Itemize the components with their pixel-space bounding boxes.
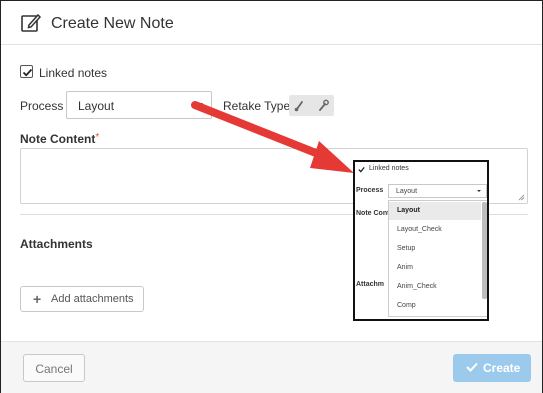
cancel-button[interactable]: Cancel [23, 354, 85, 382]
check-icon [358, 166, 365, 173]
retake-wrench-button[interactable] [312, 95, 334, 116]
inset-attachments-label: Attachm [356, 281, 385, 288]
brush-icon [294, 101, 303, 112]
linked-notes-label: Linked notes [39, 66, 108, 80]
inset-linked-notes-label: Linked notes [369, 165, 409, 172]
check-icon [22, 68, 33, 77]
chevron-down-icon [477, 190, 481, 192]
add-attachments-button[interactable]: + Add attachments [20, 286, 144, 312]
inset-process-value: Layout [396, 188, 418, 195]
process-label: Process [20, 99, 64, 113]
process-select[interactable]: Layout [66, 91, 212, 119]
check-icon [466, 362, 478, 372]
attachments-label: Attachments [20, 237, 93, 251]
inset-process-label: Process [356, 187, 384, 194]
dropdown-option[interactable]: Anim_Check [389, 278, 481, 296]
edit-note-icon [21, 13, 42, 32]
zoom-inset: Linked notes Process Layout Note Cont At… [353, 160, 489, 321]
dropdown-option[interactable]: Anim [389, 259, 481, 277]
resize-grip-icon[interactable] [518, 194, 525, 201]
retake-brush-button[interactable] [289, 95, 311, 116]
dropdown-option[interactable]: Layout [389, 202, 481, 220]
dropdown-scrollbar[interactable] [482, 202, 487, 299]
note-content-label-text: Note Content [20, 132, 96, 146]
dialog-footer: Cancel Create [1, 341, 542, 393]
create-label: Create [483, 361, 521, 375]
chevron-down-icon [195, 103, 203, 107]
create-button[interactable]: Create [453, 354, 531, 382]
dropdown-option[interactable]: Layout_Check [389, 221, 481, 239]
dialog-title: Create New Note [51, 15, 174, 32]
inset-note-content-label: Note Cont [356, 210, 390, 217]
dropdown-option[interactable]: Setup [389, 240, 481, 258]
dialog-header: Create New Note [1, 1, 542, 45]
create-note-dialog: Create New Note Linked notes Process Lay… [0, 0, 543, 393]
linked-notes-checkbox[interactable] [20, 65, 33, 78]
inset-process-select[interactable]: Layout [388, 184, 487, 198]
process-dropdown-list: Layout Layout_Check Setup Anim Anim_Chec… [388, 200, 487, 317]
add-attachments-label: Add attachments [51, 293, 134, 305]
required-mark: * [95, 132, 100, 143]
retake-type-label: Retake Type [223, 99, 291, 113]
cancel-label: Cancel [35, 362, 73, 376]
process-select-value: Layout [78, 99, 115, 113]
wrench-icon [319, 99, 329, 111]
plus-icon: + [33, 291, 42, 307]
note-content-label: Note Content* [20, 132, 99, 146]
retake-type-toggle [289, 95, 334, 116]
dropdown-option[interactable]: Comp [389, 297, 481, 315]
